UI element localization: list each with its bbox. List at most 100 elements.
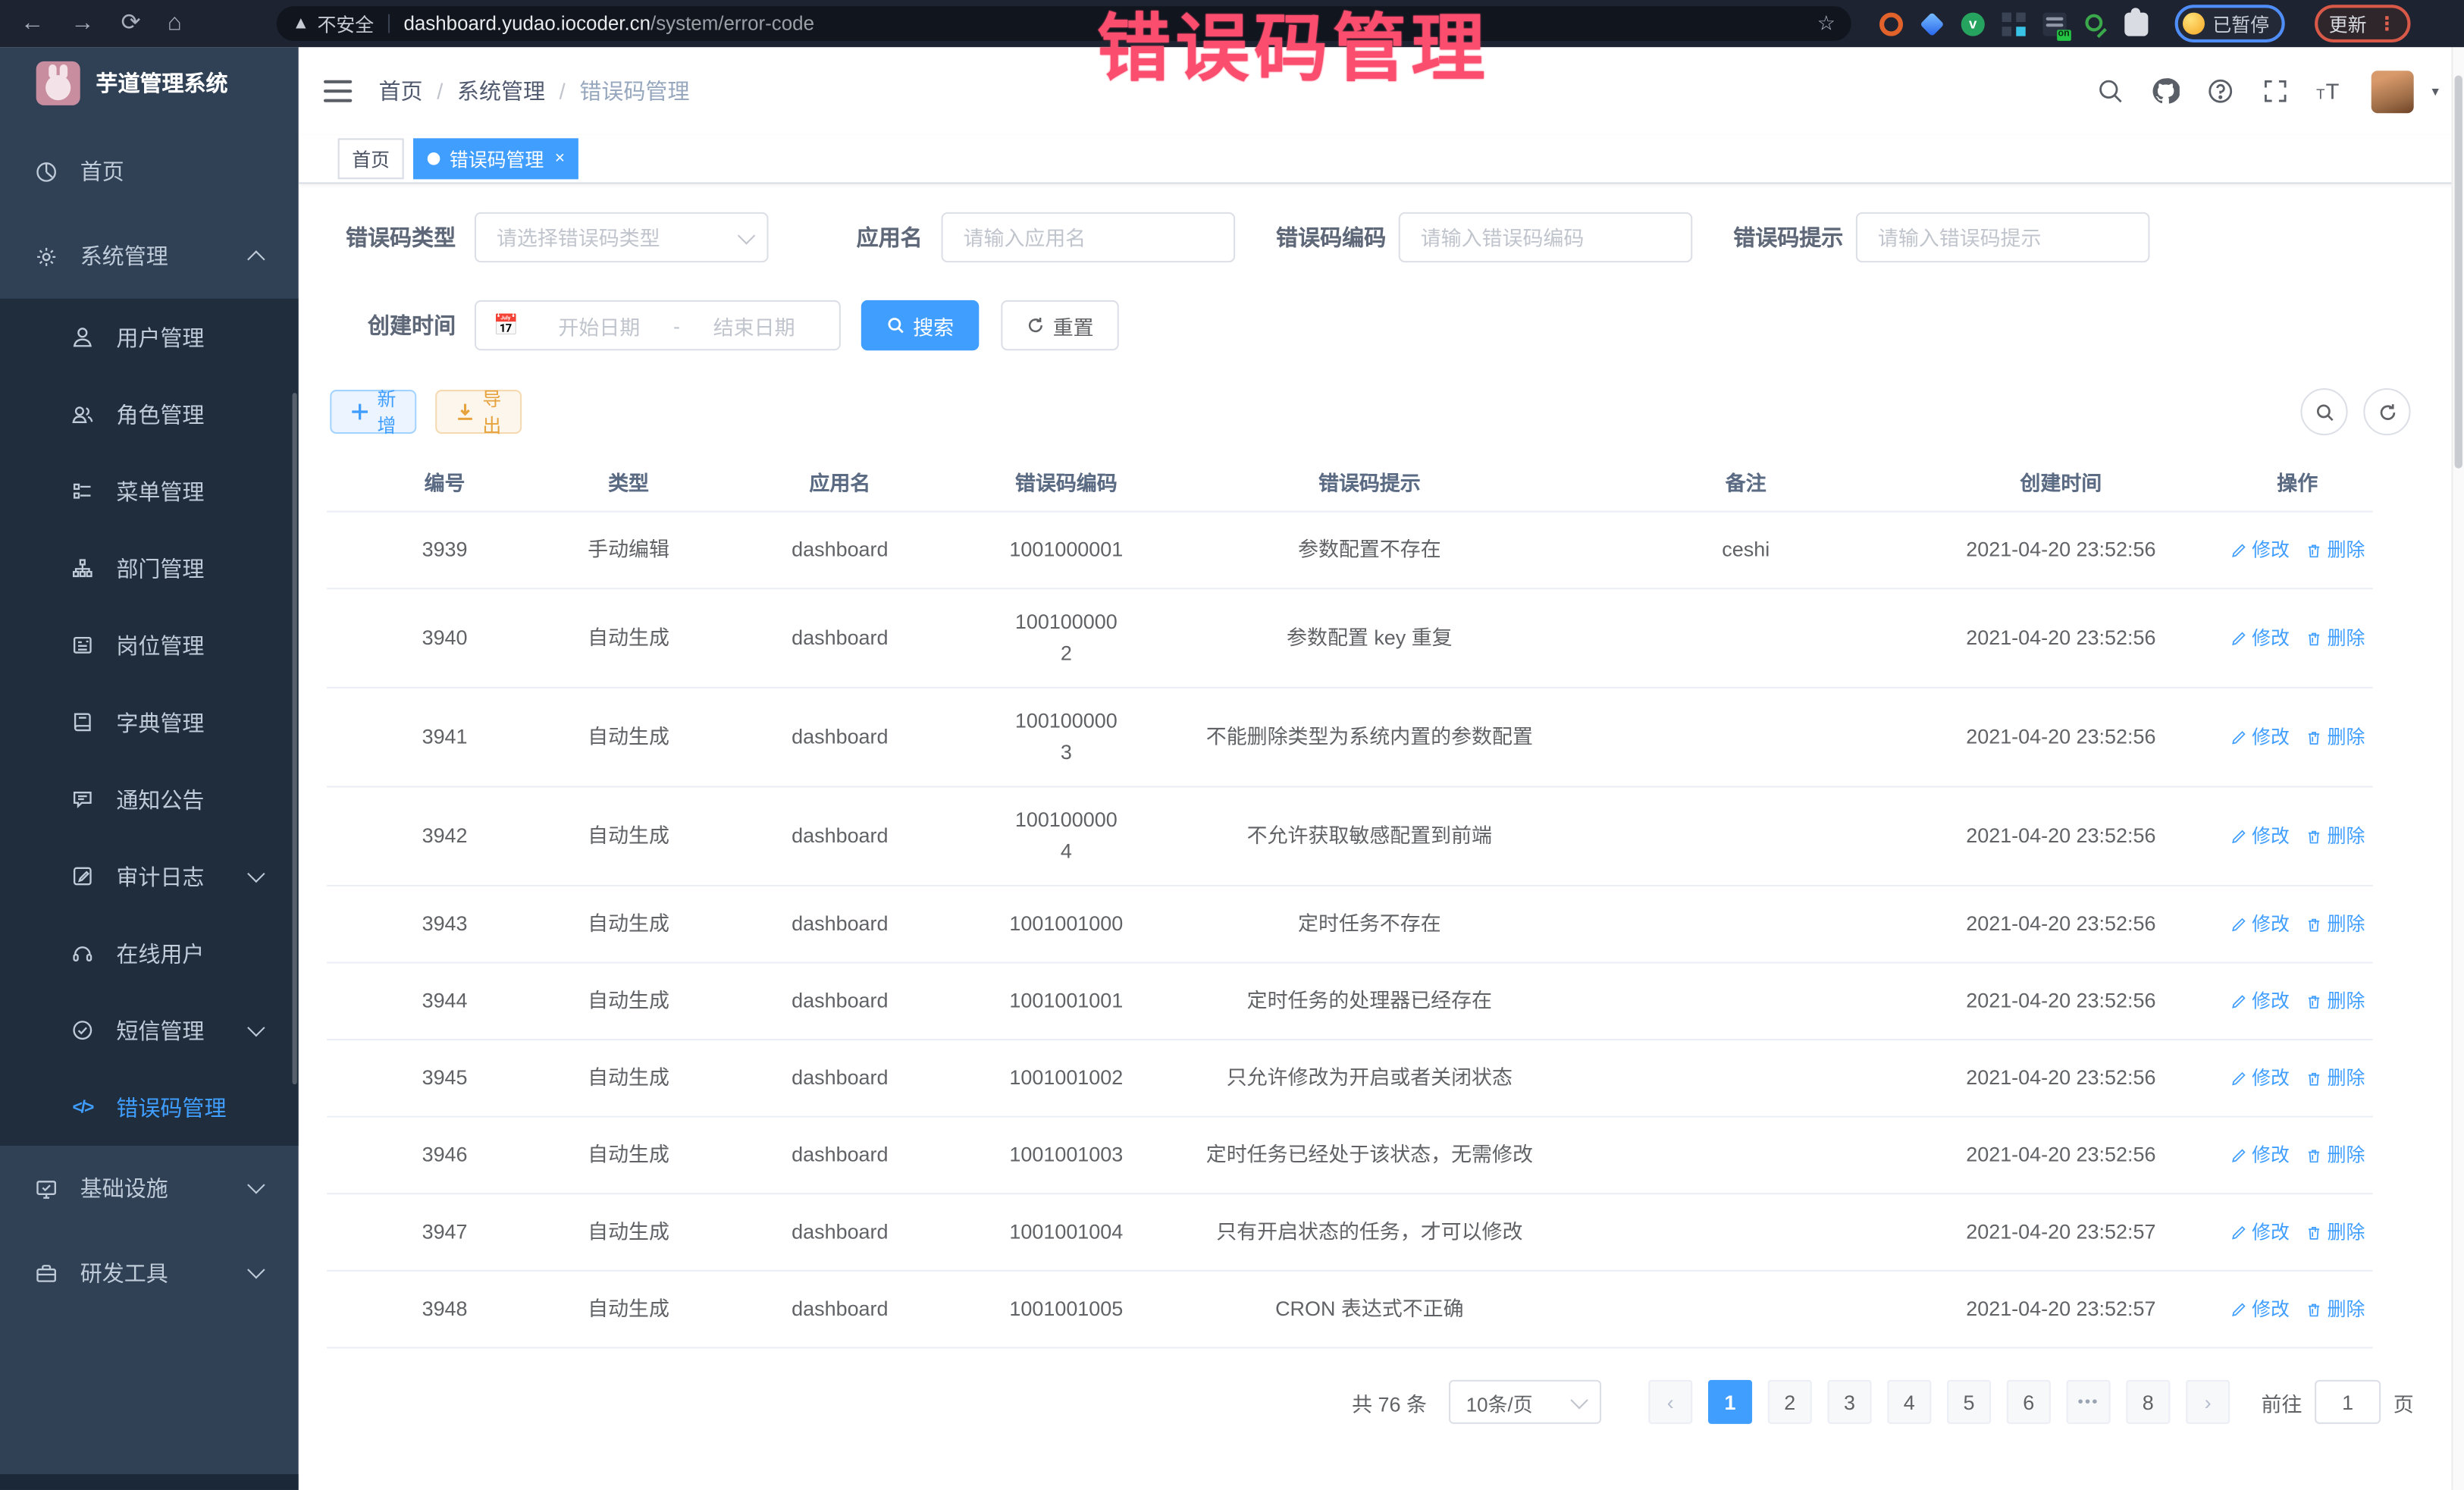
edit-button[interactable]: 修改: [2230, 821, 2290, 851]
error-type-select-input[interactable]: [494, 224, 750, 250]
delete-button[interactable]: 删除: [2306, 535, 2365, 565]
sidebar-item-15[interactable]: 研发工具: [0, 1231, 299, 1316]
app-logo-row[interactable]: 芋道管理系统: [0, 47, 299, 119]
search-button[interactable]: 搜索: [861, 300, 979, 350]
delete-button[interactable]: 删除: [2306, 723, 2365, 752]
next-page-button[interactable]: ›: [2186, 1380, 2230, 1424]
delete-button[interactable]: 删除: [2306, 909, 2365, 939]
sidebar-item-11[interactable]: 在线用户: [0, 914, 299, 992]
close-icon[interactable]: ×: [555, 150, 565, 168]
page-button-5[interactable]: 5: [1947, 1380, 1991, 1424]
edit-button[interactable]: 修改: [2230, 1218, 2290, 1247]
sidebar-item-14[interactable]: 基础设施: [0, 1146, 299, 1231]
key-extension-icon[interactable]: [2083, 12, 2107, 36]
page-button-1[interactable]: 1: [1708, 1380, 1752, 1424]
page-button-3[interactable]: 3: [1827, 1380, 1871, 1424]
edit-button[interactable]: 修改: [2230, 623, 2290, 653]
page-button-8[interactable]: 8: [2126, 1380, 2170, 1424]
url-host[interactable]: dashboard.yudao.iocoder.cn: [403, 13, 650, 35]
sidebar-scrollbar[interactable]: [293, 393, 297, 1084]
gem-extension-icon[interactable]: [1920, 11, 1944, 36]
on-badge-extension-icon[interactable]: on: [2043, 12, 2067, 36]
page-size-select[interactable]: 10条/页: [1449, 1380, 1601, 1424]
delete-button[interactable]: 删除: [2306, 1218, 2365, 1247]
home-icon[interactable]: ⌂: [168, 0, 182, 47]
error-code-label: 错误码编码: [1276, 221, 1399, 253]
sidebar-item-9[interactable]: 通知公告: [0, 761, 299, 838]
delete-button[interactable]: 删除: [2306, 987, 2365, 1016]
security-label[interactable]: 不安全: [317, 10, 374, 36]
sidebar-item-10[interactable]: 审计日志: [0, 838, 299, 915]
app-name-input[interactable]: [960, 224, 1216, 250]
start-date-placeholder[interactable]: 开始日期: [531, 310, 667, 340]
address-bar[interactable]: ▲ 不安全 dashboard.yudao.iocoder.cn /system…: [277, 6, 1851, 41]
refresh-table-button[interactable]: [2363, 388, 2410, 435]
add-button[interactable]: 新增: [330, 390, 416, 434]
breadcrumb-system[interactable]: 系统管理: [457, 75, 545, 106]
edit-button[interactable]: 修改: [2230, 723, 2290, 752]
sidebar-menu: 首页系统管理用户管理角色管理菜单管理部门管理岗位管理字典管理通知公告审计日志在线…: [0, 129, 299, 1316]
browser-update-button[interactable]: 更新 ⋮: [2315, 5, 2410, 42]
sidebar-item-2[interactable]: 系统管理: [0, 214, 299, 299]
v-extension-icon[interactable]: v: [1961, 12, 1985, 36]
sidebar-item-3[interactable]: 用户管理: [0, 299, 299, 376]
error-hint-input[interactable]: [1875, 224, 2131, 250]
delete-button[interactable]: 删除: [2306, 821, 2365, 851]
hamburger-icon[interactable]: [324, 80, 352, 102]
ring-extension-icon[interactable]: [1879, 12, 1903, 36]
edit-button[interactable]: 修改: [2230, 1140, 2290, 1170]
sidebar-item-12[interactable]: 短信管理: [0, 992, 299, 1069]
back-icon[interactable]: ←: [20, 0, 44, 47]
search-icon[interactable]: [2097, 77, 2125, 105]
user-avatar[interactable]: [2372, 70, 2415, 112]
edit-button[interactable]: 修改: [2230, 535, 2290, 565]
sidebar-item-8[interactable]: 字典管理: [0, 684, 299, 761]
window-scrollbar[interactable]: [2451, 47, 2464, 1490]
export-button[interactable]: 导出: [435, 390, 522, 434]
sidebar-item-7[interactable]: 岗位管理: [0, 607, 299, 684]
grid-extension-icon[interactable]: [2002, 12, 2026, 36]
goto-page-input[interactable]: [2315, 1380, 2381, 1424]
font-size-icon[interactable]: TT: [2317, 77, 2345, 105]
chevron-down-icon[interactable]: ▾: [2431, 83, 2438, 100]
bookmark-star-icon[interactable]: ☆: [1817, 11, 1835, 36]
sidebar-item-13[interactable]: </>错误码管理: [0, 1068, 299, 1146]
sidebar-item-6[interactable]: 部门管理: [0, 529, 299, 607]
edit-button[interactable]: 修改: [2230, 1064, 2290, 1093]
error-code-input[interactable]: [1418, 224, 1674, 250]
sidebar-item-4[interactable]: 角色管理: [0, 375, 299, 453]
delete-button[interactable]: 删除: [2306, 623, 2365, 653]
tab-error-code[interactable]: 错误码管理 ×: [413, 138, 579, 179]
cell: 自动生成: [563, 1207, 694, 1258]
delete-button[interactable]: 删除: [2306, 1140, 2365, 1170]
date-range-picker[interactable]: 📅 开始日期 - 结束日期: [475, 300, 841, 350]
reload-icon[interactable]: ⟳: [121, 0, 141, 47]
edit-button[interactable]: 修改: [2230, 1294, 2290, 1324]
reset-button[interactable]: 重置: [1001, 300, 1118, 350]
edit-button[interactable]: 修改: [2230, 987, 2290, 1016]
puzzle-extension-icon[interactable]: [2124, 12, 2148, 36]
more-pages-button[interactable]: •••: [2067, 1380, 2111, 1424]
forward-icon[interactable]: →: [71, 0, 94, 47]
tab-home[interactable]: 首页: [338, 138, 404, 179]
scrollbar-thumb[interactable]: [2455, 75, 2462, 468]
page-button-6[interactable]: 6: [2007, 1380, 2051, 1424]
fullscreen-icon[interactable]: [2262, 77, 2290, 105]
url-path[interactable]: /system/error-code: [650, 13, 814, 35]
browser-profile-badge[interactable]: 已暂停: [2175, 5, 2285, 42]
delete-button[interactable]: 删除: [2306, 1294, 2365, 1324]
sidebar-item-5[interactable]: 菜单管理: [0, 453, 299, 530]
help-icon[interactable]: [2207, 77, 2235, 105]
breadcrumb-home[interactable]: 首页: [379, 75, 423, 106]
error-type-select[interactable]: [475, 212, 769, 262]
browser-menu-icon[interactable]: ⋮: [2378, 13, 2397, 35]
page-button-2[interactable]: 2: [1768, 1380, 1812, 1424]
github-icon[interactable]: [2152, 77, 2180, 105]
edit-button[interactable]: 修改: [2230, 909, 2290, 939]
delete-button[interactable]: 删除: [2306, 1064, 2365, 1093]
end-date-placeholder[interactable]: 结束日期: [686, 310, 822, 340]
page-button-4[interactable]: 4: [1887, 1380, 1931, 1424]
prev-page-button[interactable]: ‹: [1648, 1380, 1692, 1424]
sidebar-item-1[interactable]: 首页: [0, 129, 299, 214]
toggle-search-button[interactable]: [2300, 388, 2347, 435]
